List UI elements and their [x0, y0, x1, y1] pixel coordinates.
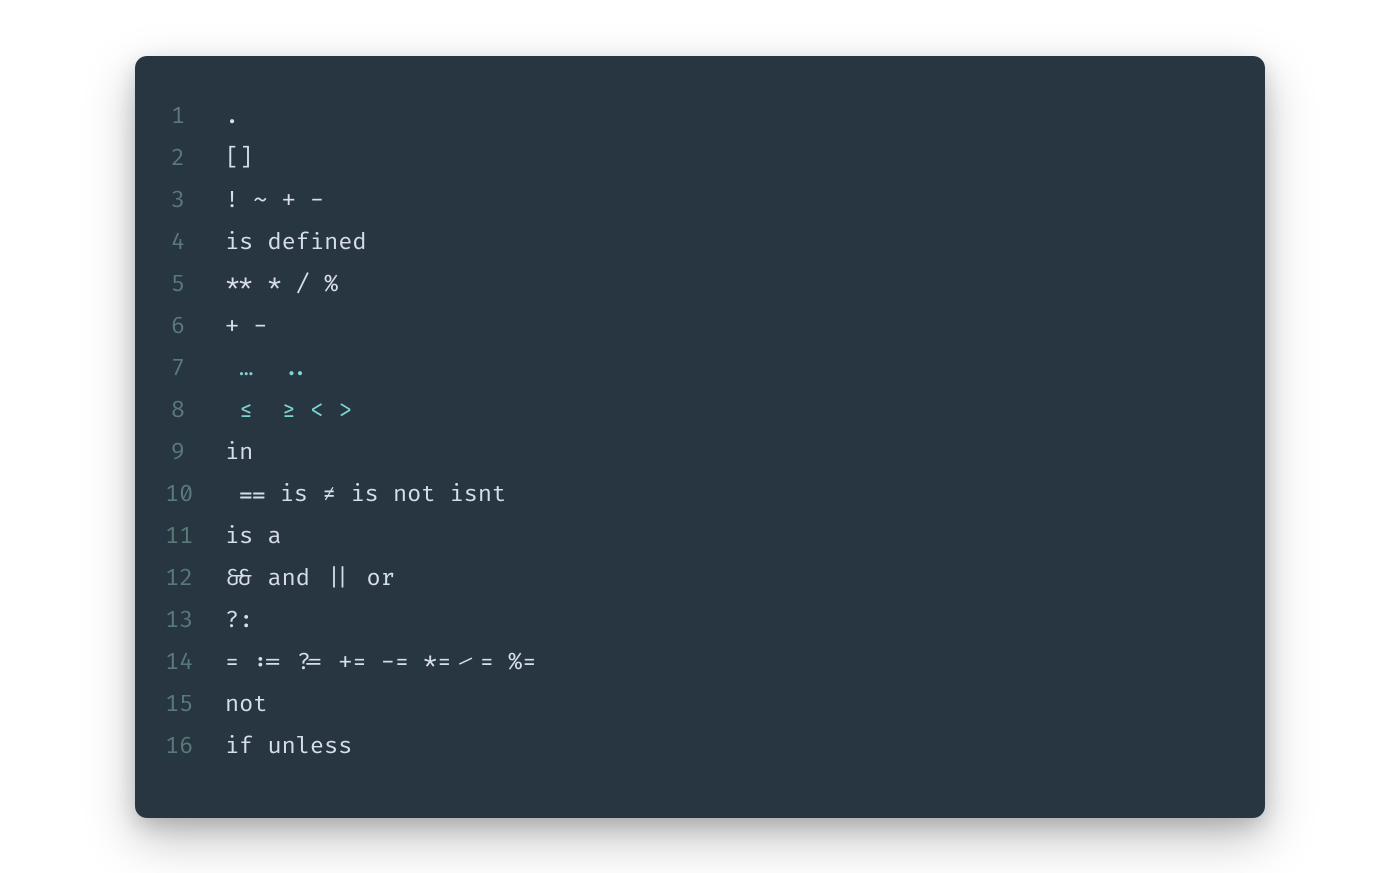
code-line: 2 []	[165, 138, 1235, 180]
code-line: 11 is a	[165, 516, 1235, 558]
line-content: []	[225, 138, 253, 180]
line-number: 3	[165, 180, 225, 222]
code-line: 15 not	[165, 684, 1235, 726]
line-number: 15	[165, 684, 225, 726]
line-content: not	[225, 684, 267, 726]
line-content: ⩵ is ≠ is not isnt	[225, 474, 506, 516]
line-content: is a	[225, 516, 282, 558]
line-number: 8	[165, 390, 225, 432]
code-line: 12 && and || or	[165, 558, 1235, 600]
line-content: && and || or	[225, 558, 395, 600]
line-content: + -	[225, 306, 267, 348]
line-number: 13	[165, 600, 225, 642]
line-number: 12	[165, 558, 225, 600]
line-content: ! ~ + -	[225, 180, 324, 222]
code-line: 9 in	[165, 432, 1235, 474]
code-line: 3 ! ~ + -	[165, 180, 1235, 222]
code-line: 4 is defined	[165, 222, 1235, 264]
line-content: in	[225, 432, 253, 474]
line-number: 10	[165, 474, 225, 516]
line-content: .	[225, 96, 239, 138]
line-number: 11	[165, 516, 225, 558]
line-number: 4	[165, 222, 225, 264]
line-content: is defined	[225, 222, 367, 264]
line-content: … ..	[225, 348, 310, 390]
line-content: ≤ ≥ < >	[225, 390, 352, 432]
code-line: 8 ≤ ≥ < >	[165, 390, 1235, 432]
line-content: if unless	[225, 726, 352, 768]
line-number: 9	[165, 432, 225, 474]
code-line: 7 … ..	[165, 348, 1235, 390]
line-number: 14	[165, 642, 225, 684]
code-line: 5 ** * / %	[165, 264, 1235, 306]
line-content: = := ?= += -= *= ⁄= %=	[225, 642, 536, 684]
code-line: 14 = := ?= += -= *= ⁄= %=	[165, 642, 1235, 684]
line-number: 7	[165, 348, 225, 390]
code-line: 10 ⩵ is ≠ is not isnt	[165, 474, 1235, 516]
line-number: 1	[165, 96, 225, 138]
line-content: ** * / %	[225, 264, 338, 306]
line-number: 5	[165, 264, 225, 306]
line-content: ?:	[225, 600, 253, 642]
code-line: 13 ?:	[165, 600, 1235, 642]
code-line: 6 + -	[165, 306, 1235, 348]
line-number: 6	[165, 306, 225, 348]
code-line: 16 if unless	[165, 726, 1235, 768]
line-number: 2	[165, 138, 225, 180]
code-line: 1 .	[165, 96, 1235, 138]
line-number: 16	[165, 726, 225, 768]
code-block: 1 . 2 [] 3 ! ~ + - 4 is defined 5 ** * /…	[135, 56, 1265, 818]
